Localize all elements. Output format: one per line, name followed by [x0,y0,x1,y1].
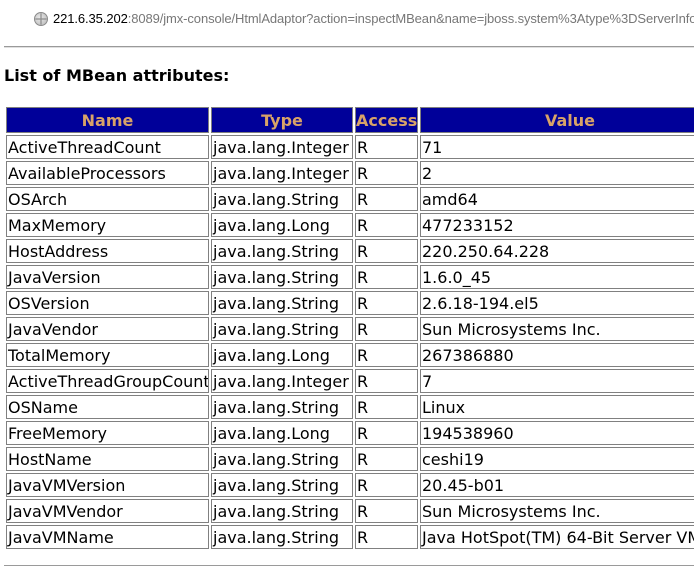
attribute-value: Sun Microsystems Inc. [420,317,694,341]
attribute-value: Linux [420,395,694,419]
attribute-name: ActiveThreadGroupCount [6,369,209,393]
horizontal-rule-bottom [4,565,694,566]
attribute-value: Java HotSpot(TM) 64-Bit Server VM [420,525,694,549]
url-text[interactable]: 221.6.35.202:8089/jmx-console/HtmlAdapto… [53,11,694,26]
attribute-access: R [355,213,418,237]
attribute-name: AvailableProcessors [6,161,209,185]
attribute-type: java.lang.String [211,291,353,315]
attribute-type: java.lang.Long [211,213,353,237]
table-row: ActiveThreadCount java.lang.Integer R 71 [6,135,694,159]
attribute-name: OSVersion [6,291,209,315]
attribute-access: R [355,499,418,523]
table-row: OSName java.lang.String R Linux [6,395,694,419]
attribute-value: amd64 [420,187,694,211]
attribute-type: java.lang.String [211,499,353,523]
url-host: 221.6.35.202 [53,11,128,26]
table-row: MaxMemory java.lang.Long R 477233152 [6,213,694,237]
attribute-access: R [355,395,418,419]
attribute-name: TotalMemory [6,343,209,367]
attribute-name: HostName [6,447,209,471]
attribute-type: java.lang.Long [211,421,353,445]
attribute-type: java.lang.String [211,473,353,497]
attribute-name: JavaVMName [6,525,209,549]
attribute-access: R [355,343,418,367]
attribute-name: JavaVersion [6,265,209,289]
attribute-type: java.lang.Integer [211,369,353,393]
attribute-value: 2.6.18-194.el5 [420,291,694,315]
attribute-access: R [355,135,418,159]
table-row: ActiveThreadGroupCount java.lang.Integer R… [6,369,694,393]
attribute-type: java.lang.String [211,317,353,341]
attribute-access: R [355,161,418,185]
attribute-value: 220.250.64.228 [420,239,694,263]
attribute-access: R [355,421,418,445]
table-row: FreeMemory java.lang.Long R 194538960 [6,421,694,445]
attribute-access: R [355,187,418,211]
table-row: TotalMemory java.lang.Long R 267386880 [6,343,694,367]
attribute-type: java.lang.String [211,395,353,419]
attribute-access: R [355,317,418,341]
table-row: JavaVMVendor java.lang.String R Sun Microsy… [6,499,694,523]
table-row: OSVersion java.lang.String R 2.6.18-194.el5 [6,291,694,315]
attribute-type: java.lang.Integer [211,135,353,159]
page-heading: List of MBean attributes: [4,66,230,85]
attribute-value: 7 [420,369,694,393]
attribute-name: OSName [6,395,209,419]
table-row: JavaVersion java.lang.String R 1.6.0_45 [6,265,694,289]
attribute-value: 2 [420,161,694,185]
attribute-type: java.lang.Integer [211,161,353,185]
attribute-name: HostAddress [6,239,209,263]
attribute-value: 1.6.0_45 [420,265,694,289]
table-row: AvailableProcessors java.lang.Integer R 2 [6,161,694,185]
table-row: HostName java.lang.String Rceshi19 [6,447,694,471]
table-row: JavaVendor java.lang.String R Sun Microsyst… [6,317,694,341]
attribute-access: R [355,525,418,549]
table-row: OSArch java.lang.String Ramd64 [6,187,694,211]
table-header-row: Name Type Access Value [6,107,694,133]
column-header-type: Type [211,107,353,133]
horizontal-rule [4,46,694,48]
attribute-type: java.lang.String [211,447,353,471]
attribute-value: Sun Microsystems Inc. [420,499,694,523]
attribute-name: MaxMemory [6,213,209,237]
attribute-name: JavaVMVendor [6,499,209,523]
attribute-name: FreeMemory [6,421,209,445]
attribute-value: 20.45-b01 [420,473,694,497]
attribute-access: R [355,447,418,471]
attribute-value: 267386880 [420,343,694,367]
attribute-type: java.lang.String [211,265,353,289]
attribute-type: java.lang.String [211,187,353,211]
attribute-value: ceshi19 [420,447,694,471]
table-row: JavaVMName java.lang.String R Java HotSpot(… [6,525,694,549]
attribute-type: java.lang.String [211,525,353,549]
attribute-access: R [355,239,418,263]
table-row: HostAddress java.lang.String R 220.250.64.2… [6,239,694,263]
attribute-access: R [355,291,418,315]
attribute-access: R [355,473,418,497]
attribute-access: R [355,265,418,289]
attribute-value: 194538960 [420,421,694,445]
attribute-name: OSArch [6,187,209,211]
attribute-name: JavaVendor [6,317,209,341]
mbean-attributes-table: Name Type Access Value ActiveThreadCount… [4,105,694,551]
table-row: JavaVMVersion java.lang.String R 20.45-b01 [6,473,694,497]
attribute-access: R [355,369,418,393]
attribute-type: java.lang.String [211,239,353,263]
globe-icon [34,12,48,26]
column-header-access: Access [355,107,418,133]
attribute-name: ActiveThreadCount [6,135,209,159]
address-bar[interactable]: 221.6.35.202:8089/jmx-console/HtmlAdapto… [0,0,694,38]
attribute-type: java.lang.Long [211,343,353,367]
attribute-value: 477233152 [420,213,694,237]
attribute-name: JavaVMVersion [6,473,209,497]
column-header-value: Value [420,107,694,133]
column-header-name: Name [6,107,209,133]
attribute-value: 71 [420,135,694,159]
url-path: :8089/jmx-console/HtmlAdaptor?action=ins… [127,11,694,26]
